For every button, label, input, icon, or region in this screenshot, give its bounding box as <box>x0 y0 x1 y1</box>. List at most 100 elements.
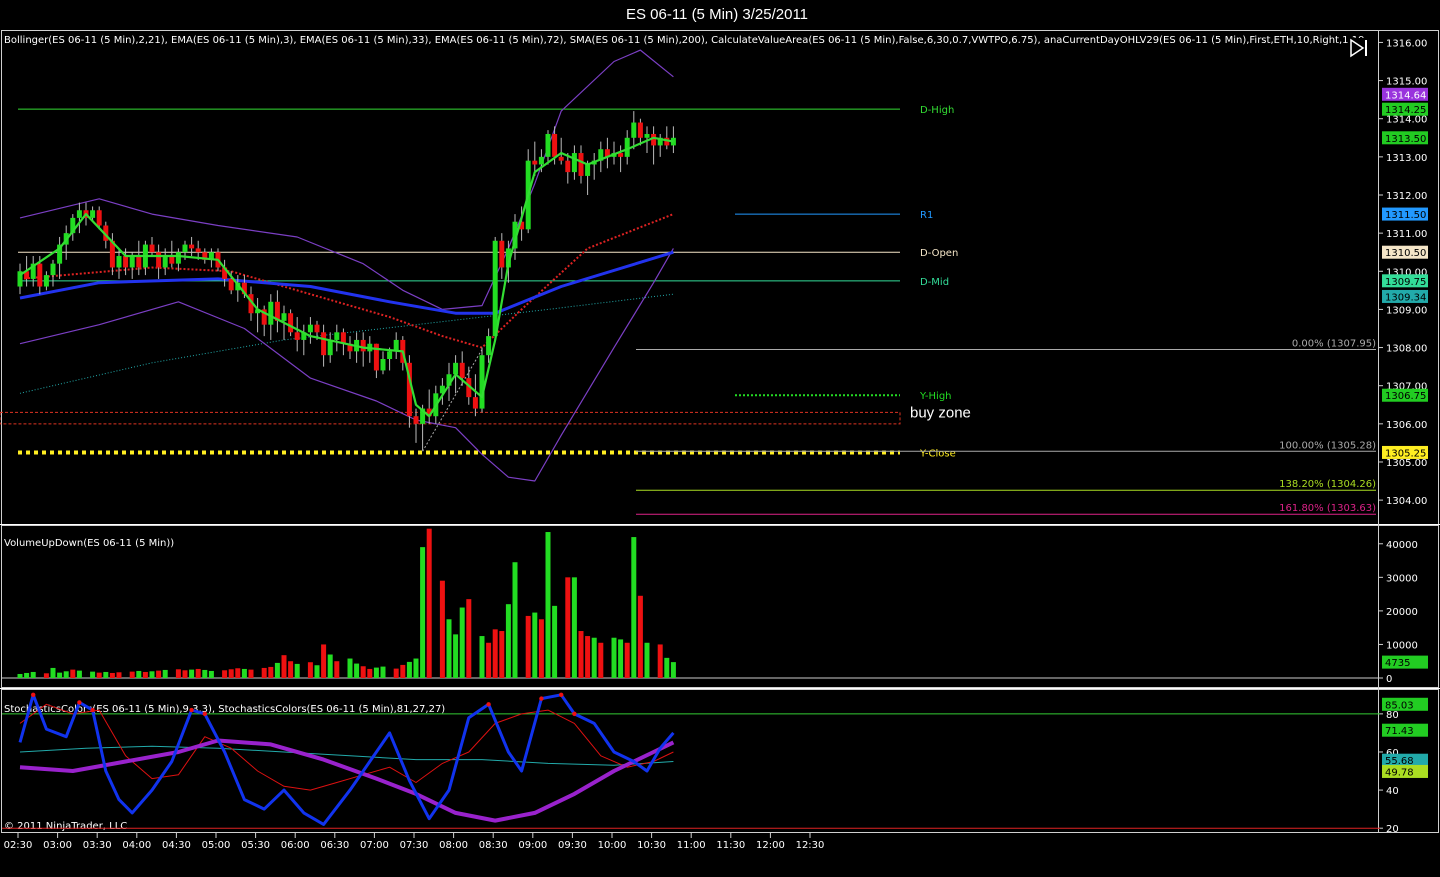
candle-body <box>136 256 142 268</box>
volume-bar <box>307 662 313 678</box>
price-tick-label: 1316.00 <box>1386 38 1427 49</box>
candle-body <box>96 210 102 226</box>
volume-tick-label: 20000 <box>1386 607 1418 618</box>
price-marker-text: 1309.34 <box>1385 292 1426 303</box>
price-tick-label: 1313.00 <box>1386 153 1427 164</box>
volume-bar <box>347 658 353 678</box>
candle-body <box>76 210 82 218</box>
volume-bar <box>486 642 492 678</box>
candle-body <box>182 244 188 253</box>
volume-bar <box>545 532 551 678</box>
stoch-current-marker-text: 49.78 <box>1385 767 1414 778</box>
volume-bar <box>426 528 432 678</box>
time-tick-label: 03:30 <box>83 840 112 851</box>
jump-to-end-icon[interactable] <box>1349 38 1369 58</box>
stoch-tick-label: 40 <box>1386 786 1399 797</box>
candle-body <box>472 397 478 409</box>
volume-bar <box>618 639 624 678</box>
candle-body <box>129 256 135 268</box>
chart-canvas[interactable]: ES 06-11 (5 Min) 3/25/2011 Bollinger(ES … <box>0 0 1440 877</box>
candle-body <box>43 275 49 287</box>
volume-bar <box>50 667 56 678</box>
volume-bar <box>406 661 412 678</box>
level-d-high-label: D-High <box>920 105 954 116</box>
candle-body <box>321 332 327 356</box>
volume-bar <box>321 644 327 678</box>
candle-body <box>565 160 571 173</box>
volume-bar <box>644 642 650 678</box>
fib-label: 100.00% (1305.28) <box>1279 440 1376 451</box>
time-tick-label: 02:30 <box>4 840 33 851</box>
candle-body <box>552 133 558 157</box>
candle-body <box>453 362 459 375</box>
candle-body <box>413 416 419 424</box>
time-tick-label: 09:30 <box>558 840 587 851</box>
time-tick-label: 05:00 <box>202 840 231 851</box>
time-tick-label: 10:30 <box>637 840 666 851</box>
volume-bar <box>532 612 538 678</box>
candle-body <box>195 248 201 253</box>
candle-body <box>90 210 96 218</box>
volume-bar <box>611 637 617 678</box>
volume-bar <box>70 669 76 678</box>
volume-bar <box>505 604 511 678</box>
time-tick-label: 07:30 <box>400 840 429 851</box>
candle-body <box>169 256 175 264</box>
time-tick-label: 09:00 <box>518 840 547 851</box>
volume-bar <box>525 615 531 678</box>
level-y-high-label: Y-High <box>919 391 952 402</box>
volume-bar <box>552 605 558 678</box>
volume-tick-label: 30000 <box>1386 573 1418 584</box>
volume-bar <box>63 671 69 678</box>
price-marker: 1313.50 <box>1382 131 1428 145</box>
price-tick-label: 1304.00 <box>1386 496 1427 507</box>
volume-bar <box>657 644 663 678</box>
volume-tick-label: 40000 <box>1386 540 1418 551</box>
candle-body <box>538 156 544 165</box>
candle-body <box>327 339 333 356</box>
candle-body <box>499 240 505 268</box>
volume-bar <box>268 666 274 678</box>
price-marker-text: 1313.50 <box>1385 134 1426 145</box>
volume-bar <box>208 670 214 678</box>
stoch-overbought-point <box>189 707 194 713</box>
candle-body <box>644 133 650 138</box>
candle-body <box>314 324 320 333</box>
volume-bar <box>466 599 472 678</box>
volume-bar <box>96 672 102 678</box>
volume-bar <box>103 671 109 678</box>
volume-bar <box>288 661 294 678</box>
candle-body <box>37 263 43 287</box>
candle-body <box>637 122 643 138</box>
candle-body <box>116 256 122 268</box>
price-marker: 1309.34 <box>1382 289 1428 303</box>
chart-background <box>0 0 1440 877</box>
price-tick-label: 1311.00 <box>1386 229 1427 240</box>
buy-zone-label: buy zone <box>910 404 971 421</box>
stoch-current-marker-text: 85.03 <box>1385 700 1414 711</box>
stoch-overbought-point <box>539 696 544 701</box>
candle-body <box>585 164 591 176</box>
volume-bar <box>156 670 162 678</box>
stoch-tick-label: 20 <box>1386 824 1399 835</box>
stoch-current-marker: 85.03 <box>1382 697 1428 711</box>
volume-bar <box>228 669 234 678</box>
candle-body <box>492 240 498 337</box>
stoch-overbought-point <box>31 692 36 698</box>
candle-body <box>334 332 340 340</box>
price-marker-text: 1305.25 <box>1385 448 1426 459</box>
candle-body <box>532 160 538 165</box>
volume-bar <box>261 667 267 678</box>
price-tick-label: 1309.00 <box>1386 305 1427 316</box>
volume-bar <box>400 664 406 678</box>
volume-bar <box>373 667 379 678</box>
time-tick-label: 11:30 <box>716 840 745 851</box>
stoch-current-marker: 71.43 <box>1382 723 1428 737</box>
volume-bar <box>360 666 366 678</box>
candle-body <box>486 336 492 356</box>
volume-bar <box>248 669 254 678</box>
volume-bar <box>24 672 30 678</box>
fib-label: 138.20% (1304.26) <box>1279 479 1376 490</box>
volume-bar <box>585 636 591 678</box>
volume-bar <box>624 642 630 678</box>
